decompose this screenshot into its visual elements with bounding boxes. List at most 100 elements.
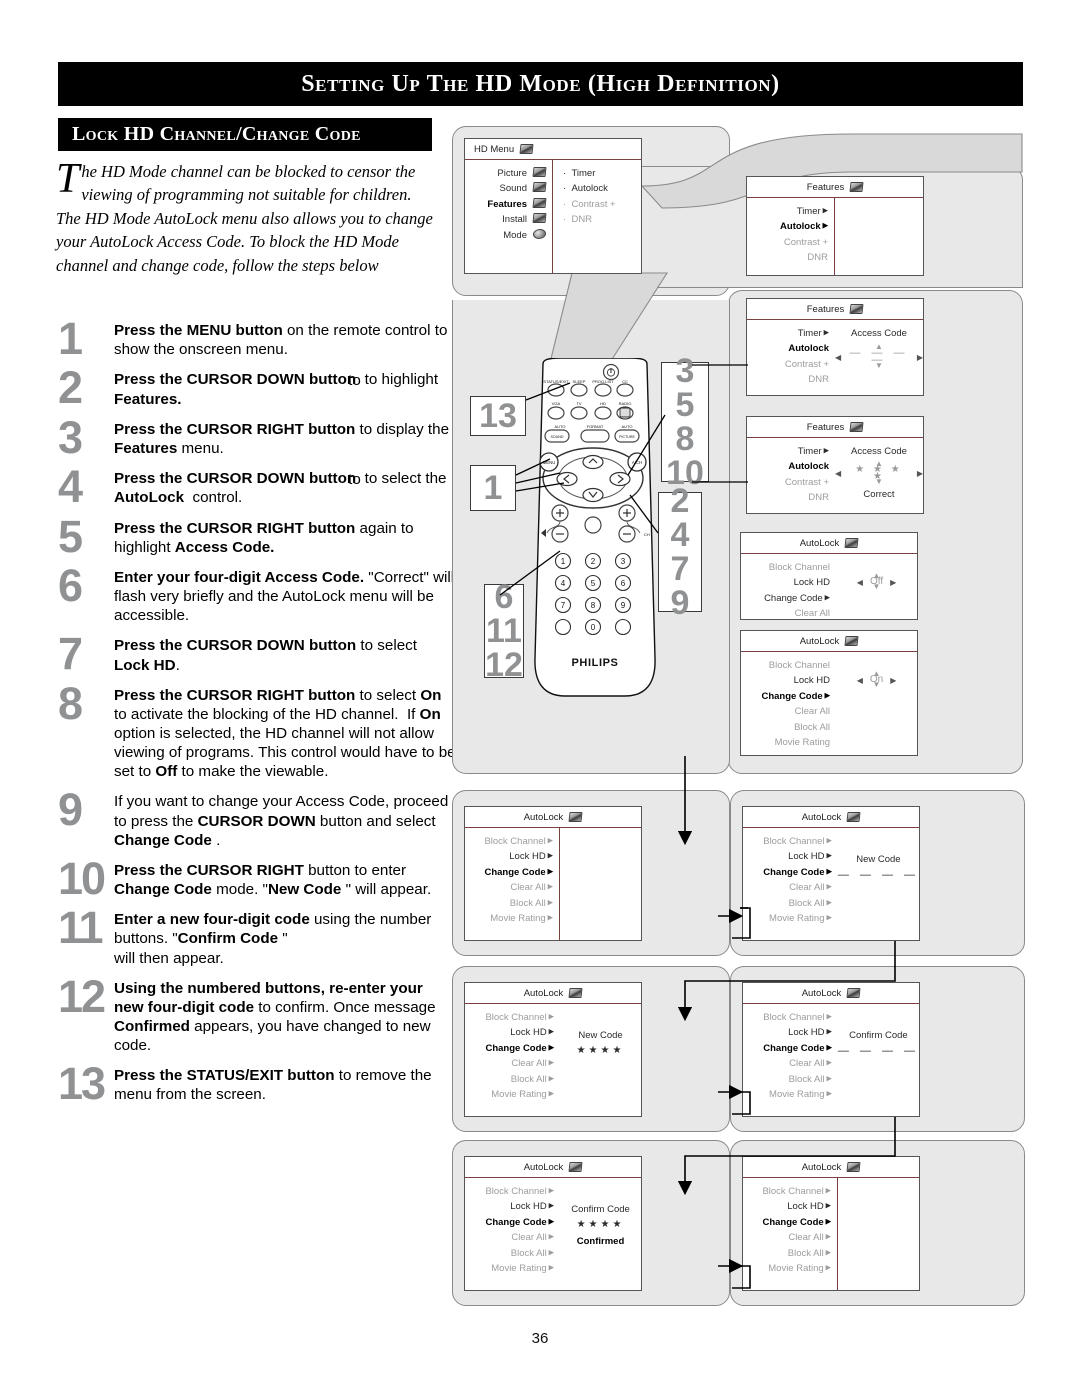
osd-menu-item[interactable]: Block Channel ▶	[743, 1010, 832, 1025]
osd-menu-item[interactable]: Block Channel ▶	[743, 1184, 831, 1199]
left-caret-icon[interactable]: ◀	[857, 676, 863, 685]
osd-menu-item[interactable]: Change Code ▶	[465, 865, 553, 880]
osd-menu-item[interactable]: Movie Rating ▶	[743, 911, 832, 926]
osd-menu-item[interactable]: Movie Rating ▶	[743, 1087, 832, 1102]
osd-menu-item[interactable]: DNR	[747, 372, 829, 387]
right-caret-icon[interactable]: ▶	[890, 676, 896, 685]
osd-menu-item[interactable]: Block Channel ▶	[743, 834, 832, 849]
osd-menu-item[interactable]: Movie Rating ▶	[465, 1087, 554, 1102]
osd-menu-item[interactable]: Contrast +	[747, 235, 828, 250]
up-down-icon[interactable]: ▲ Off ▼	[870, 572, 883, 591]
osd-menu-item[interactable]: DNR	[747, 490, 829, 505]
osd-menu-item[interactable]: Clear All ▶	[465, 1230, 554, 1245]
osd-menu-item[interactable]: Movie Rating ▶	[465, 1261, 554, 1276]
osd-menu-item[interactable]: Autolock ▶	[747, 219, 828, 234]
osd-menu-item[interactable]: Change Code ▶	[465, 1041, 554, 1056]
osd-menu-item[interactable]: Timer ▶	[747, 444, 829, 459]
osd-menu-item[interactable]: Lock HD	[741, 575, 830, 590]
up-down-icon[interactable]: ▲ ★ ★ ★ ★ ▼	[848, 460, 910, 485]
callout-left-bottom: 6 11 12	[484, 580, 524, 682]
osd-menu-item-label: Block Channel	[484, 836, 546, 847]
osd-menu-item[interactable]: Mode	[465, 228, 547, 243]
osd-menu-item[interactable]: Lock HD ▶	[465, 849, 553, 864]
osd-menu-item[interactable]: Picture	[465, 166, 547, 181]
osd-left-column: Block Channel Lock HD Change Code ▶ Clear A…	[741, 554, 836, 619]
osd-menu-item[interactable]: Block Channel ▶	[465, 1010, 554, 1025]
osd-title-bar: AutoLock	[743, 1157, 919, 1178]
osd-menu-item[interactable]: · Contrast +	[563, 197, 641, 212]
right-caret-icon[interactable]: ▶	[917, 469, 923, 478]
osd-menu-item[interactable]: Lock HD ▶	[465, 1025, 554, 1040]
osd-menu-item[interactable]: Block All ▶	[743, 1072, 832, 1087]
osd-menu-item-label: DNR	[808, 374, 829, 386]
osd-menu-item[interactable]: Clear All ▶	[465, 880, 553, 895]
chevron-right-icon: ▶	[824, 899, 832, 906]
osd-title-bar: AutoLock	[465, 1157, 641, 1178]
autolock-icon	[844, 538, 859, 548]
osd-left-column: Timer ▶ Autolock Contrast + DNR	[747, 320, 835, 395]
osd-title-bar: AutoLock	[743, 807, 919, 828]
osd-menu-item[interactable]: Lock HD ▶	[743, 1199, 831, 1214]
osd-menu-item[interactable]: Features	[465, 197, 547, 212]
osd-menu-item[interactable]: Lock HD ▶	[465, 1199, 554, 1214]
osd-menu-item[interactable]: · Timer	[563, 166, 641, 181]
osd-menu-item[interactable]: Movie Rating ▶	[465, 911, 553, 926]
chevron-right-icon: ▶	[546, 1233, 555, 1241]
osd-menu-item[interactable]: Block All	[741, 720, 830, 735]
left-caret-icon[interactable]: ◀	[835, 469, 841, 478]
osd-menu-item[interactable]: Autolock	[747, 459, 829, 474]
osd-menu-item[interactable]: Contrast +	[747, 475, 829, 490]
chevron-right-icon: ▶	[824, 1090, 832, 1098]
chevron-right-icon: ▶	[823, 1218, 832, 1226]
osd-menu-item[interactable]: Change Code ▶	[741, 689, 830, 704]
osd-menu-item[interactable]: Change Code ▶	[743, 1215, 831, 1230]
osd-menu-item[interactable]: Change Code ▶	[743, 1041, 832, 1056]
osd-menu-item[interactable]: Block All ▶	[465, 1072, 554, 1087]
osd-menu-item[interactable]: Install	[465, 212, 547, 227]
osd-menu-item[interactable]: Clear All	[741, 606, 830, 621]
osd-menu-item[interactable]: Clear All ▶	[743, 880, 832, 895]
osd-menu-item[interactable]: Block All ▶	[743, 1246, 831, 1261]
osd-menu-item[interactable]: Block All ▶	[465, 1246, 554, 1261]
osd-menu-item[interactable]: Block All ▶	[743, 896, 832, 911]
osd-menu-item[interactable]: Clear All ▶	[743, 1230, 831, 1245]
svg-text:A/CH: A/CH	[632, 460, 642, 465]
osd-menu-item[interactable]: DNR	[747, 250, 828, 265]
osd-menu-item[interactable]: Lock HD ▶	[743, 849, 832, 864]
osd-menu-item[interactable]: Timer ▶	[747, 326, 829, 341]
osd-menu-item[interactable]: Clear All ▶	[465, 1056, 554, 1071]
osd-title-label: Features	[806, 181, 845, 193]
right-caret-icon[interactable]: ▶	[917, 353, 923, 362]
svg-text:8: 8	[591, 601, 596, 610]
osd-menu-item[interactable]: Clear All ▶	[743, 1056, 832, 1071]
osd-menu-item-label: Movie Rating	[769, 1088, 825, 1100]
osd-menu-item[interactable]: Sound	[465, 181, 547, 196]
confirmed-status: Confirmed	[576, 1235, 625, 1247]
osd-menu-item[interactable]: Movie Rating ▶	[743, 1261, 831, 1276]
osd-menu-item[interactable]: Timer ▶	[747, 204, 828, 219]
left-caret-icon[interactable]: ◀	[835, 353, 841, 362]
osd-menu-item[interactable]: Contrast +	[747, 357, 829, 372]
osd-menu-item[interactable]: Lock HD ▶	[743, 1025, 832, 1040]
osd-menu-item[interactable]: Clear All	[741, 704, 830, 719]
osd-menu-item[interactable]: Lock HD	[741, 673, 830, 688]
osd-menu-item[interactable]: Block Channel ▶	[465, 1184, 554, 1199]
step-item: 1 Press the MENU button on the remote con…	[56, 316, 456, 361]
osd-menu-item[interactable]: · Autolock	[563, 181, 641, 196]
up-down-icon[interactable]: ▲ — — — — ▼	[848, 343, 910, 370]
osd-menu-item[interactable]: Block Channel	[741, 658, 830, 673]
osd-menu-item[interactable]: Change Code ▶	[743, 865, 832, 880]
osd-menu-item[interactable]: Autolock	[747, 341, 829, 356]
left-caret-icon[interactable]: ◀	[857, 578, 863, 587]
osd-menu-item[interactable]: Change Code ▶	[741, 591, 830, 606]
osd-menu-item-label: Change Code	[484, 866, 546, 878]
up-down-icon[interactable]: ▲ On ▼	[870, 670, 883, 689]
osd-menu-item[interactable]: Movie Rating	[741, 735, 830, 750]
osd-menu-item[interactable]: · DNR	[563, 212, 641, 227]
osd-menu-item[interactable]: Block Channel ▶	[465, 834, 553, 849]
callout-number: 3	[675, 352, 695, 390]
osd-menu-item[interactable]: Block All ▶	[465, 896, 553, 911]
osd-menu-item[interactable]: Change Code ▶	[465, 1215, 554, 1230]
right-caret-icon[interactable]: ▶	[890, 578, 896, 587]
osd-menu-item[interactable]: Block Channel	[741, 560, 830, 575]
